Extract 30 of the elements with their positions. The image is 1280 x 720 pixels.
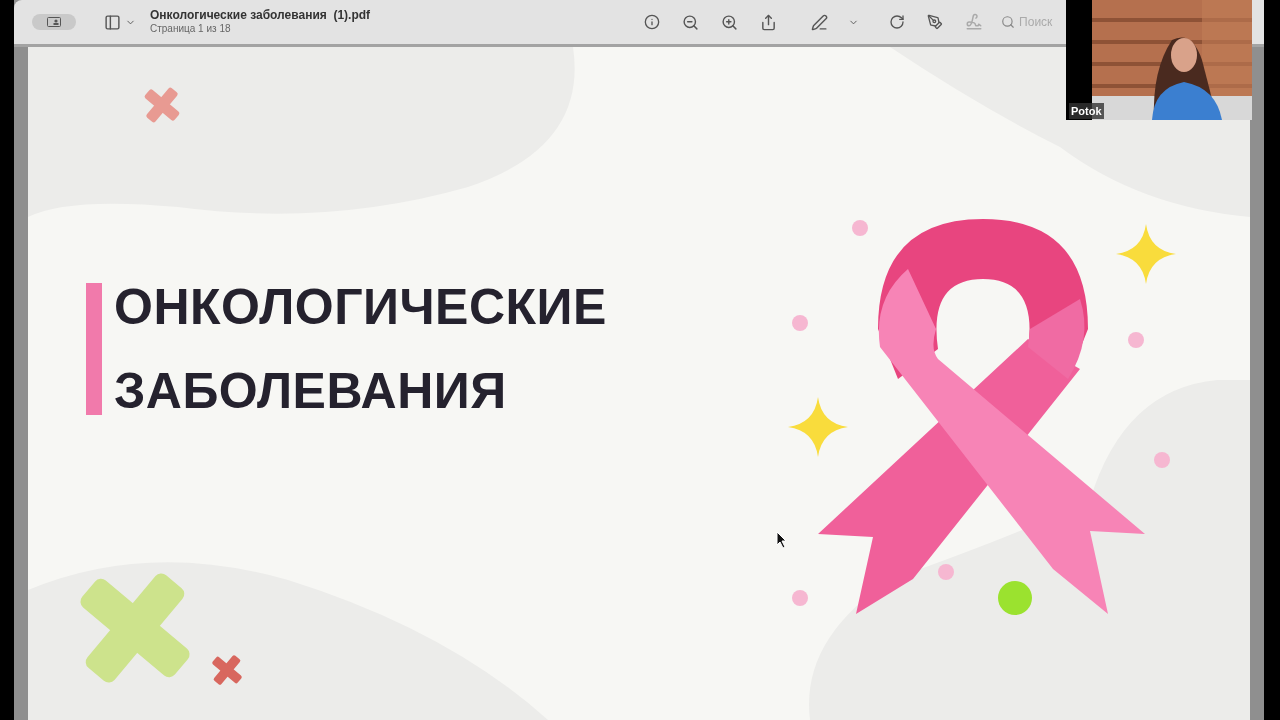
search-placeholder: Поиск: [1019, 14, 1053, 31]
document-title: Онкологические заболевания (1).pdf: [150, 8, 371, 24]
contact-card-icon: [47, 17, 61, 27]
view-toggle-button[interactable]: [32, 14, 76, 30]
dot-icon: [792, 590, 808, 606]
dot-icon: [792, 315, 808, 331]
info-icon: [644, 14, 661, 30]
search-icon: [1001, 15, 1016, 29]
signature-icon: [965, 13, 984, 31]
dot-icon: [998, 581, 1032, 615]
dot-icon: [938, 564, 954, 580]
sparkle-icon: [788, 397, 848, 457]
sparkle-icon: [1116, 224, 1176, 284]
slide-title-line: ОНКОЛОГИЧЕСКИЕ: [114, 283, 607, 331]
participant-name: Potok: [1069, 102, 1104, 119]
rotate-icon: [889, 14, 906, 30]
sidebar-icon: [104, 13, 121, 31]
search-field[interactable]: Поиск: [1001, 13, 1053, 31]
pen-icon: [811, 13, 829, 31]
dot-icon: [1128, 332, 1144, 348]
zoom-in-icon: [721, 13, 739, 31]
page-indicator: Страница 1 из 18: [150, 23, 232, 36]
dot-icon: [1154, 452, 1170, 468]
share-icon: [760, 13, 778, 31]
zoom-out-icon: [682, 13, 700, 31]
mouse-pointer-icon: [776, 531, 788, 549]
pen-nib-icon: [927, 14, 944, 30]
dot-icon: [852, 220, 868, 236]
slide-title-line: ЗАБОЛЕВАНИЯ: [114, 367, 508, 415]
cross-icon: [142, 85, 182, 125]
